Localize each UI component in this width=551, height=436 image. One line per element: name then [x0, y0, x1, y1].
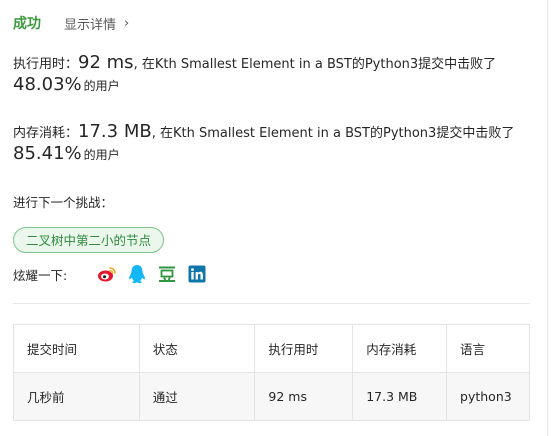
memory-sentence: , 在Kth Smallest Element in a BST的Python3… — [151, 126, 515, 141]
column-header-memory: 内存消耗 — [352, 324, 448, 373]
qq-icon[interactable] — [127, 264, 147, 284]
column-header-submit-time: 提交时间 — [13, 324, 140, 373]
submissions-table: 提交时间 状态 执行用时 内存消耗 语言 几秒前 通过 92 ms 17.3 M… — [13, 324, 530, 421]
show-details-link[interactable]: 显示详情 › — [64, 14, 129, 33]
cell-language: python3 — [446, 372, 530, 421]
panel-right-border — [547, 0, 548, 436]
status-title: 成功 — [13, 16, 41, 32]
memory-percent: 85.41% — [13, 143, 82, 164]
runtime-sentence: , 在Kth Smallest Element in a BST的Python3… — [133, 57, 497, 72]
cell-runtime: 92 ms — [254, 372, 354, 421]
runtime-stat: 执行用时：92 ms, 在Kth Smallest Element in a B… — [13, 52, 533, 96]
cell-status[interactable]: 通过 — [138, 372, 256, 421]
memory-label: 内存消耗： — [13, 126, 79, 141]
runtime-percent: 48.03% — [13, 74, 82, 95]
runtime-suffix: 的用户 — [83, 79, 120, 93]
show-details-label: 显示详情 — [64, 17, 117, 33]
table-header-row: 提交时间 状态 执行用时 内存消耗 语言 — [13, 324, 530, 373]
column-header-runtime: 执行用时 — [254, 324, 354, 373]
memory-stat: 内存消耗：17.3 MB, 在Kth Smallest Element in a… — [13, 121, 533, 165]
share-row: 炫耀一下: — [13, 263, 217, 285]
runtime-label: 执行用时： — [13, 57, 79, 72]
cell-submit-time: 几秒前 — [13, 372, 140, 421]
linkedin-icon[interactable] — [187, 264, 207, 284]
memory-value: 17.3 MB — [78, 121, 152, 142]
status-header: 成功 显示详情 › — [13, 12, 129, 34]
table-row: 几秒前 通过 92 ms 17.3 MB python3 — [13, 372, 530, 421]
column-header-status: 状态 — [138, 324, 256, 373]
next-challenge-label: 进行下一个挑战： — [13, 195, 114, 210]
chevron-right-icon: › — [124, 15, 130, 31]
douban-icon[interactable] — [157, 264, 177, 284]
section-divider — [13, 303, 530, 304]
runtime-value: 92 ms — [78, 52, 134, 73]
share-label: 炫耀一下: — [13, 267, 68, 283]
weibo-icon[interactable] — [97, 264, 117, 284]
cell-memory: 17.3 MB — [352, 372, 448, 421]
next-challenge-chip[interactable]: 二叉树中第二小的节点 — [13, 227, 165, 253]
column-header-language: 语言 — [446, 324, 530, 373]
memory-suffix: 的用户 — [83, 148, 120, 162]
